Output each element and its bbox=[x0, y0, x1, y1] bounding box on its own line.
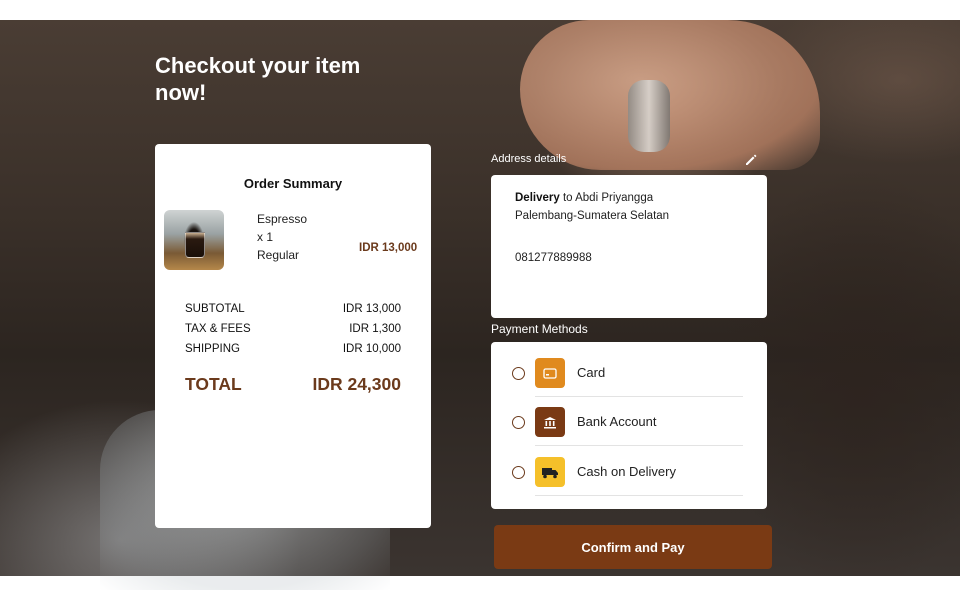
payment-option-label: Card bbox=[577, 365, 606, 380]
radio-bank[interactable] bbox=[512, 416, 525, 429]
radio-card[interactable] bbox=[512, 367, 525, 380]
fee-row-shipping: SHIPPING IDR 10,000 bbox=[185, 342, 401, 362]
payment-option-card[interactable]: Card bbox=[511, 349, 743, 397]
fee-row-tax: TAX & FEES IDR 1,300 bbox=[185, 322, 401, 342]
bank-icon bbox=[535, 407, 565, 437]
divider bbox=[535, 495, 743, 496]
delivery-phone: 081277889988 bbox=[515, 252, 592, 264]
pencil-icon[interactable] bbox=[744, 153, 758, 167]
product-name: Espresso bbox=[257, 212, 308, 226]
product-quantity: x 1 bbox=[257, 230, 274, 244]
product-variant: Regular bbox=[257, 248, 300, 262]
fee-label: TAX & FEES bbox=[185, 323, 251, 335]
product-price: IDR 13,000 bbox=[359, 242, 418, 254]
radio-cod[interactable] bbox=[512, 466, 525, 479]
product-image bbox=[164, 210, 224, 270]
payment-option-bank[interactable]: Bank Account bbox=[511, 398, 743, 446]
payment-methods-card: Card Bank Account Cash on Delivery bbox=[491, 342, 767, 509]
address-card: Delivery to Abdi Priyangga Palembang-Sum… bbox=[491, 175, 767, 318]
payment-methods-label: Payment Methods bbox=[491, 322, 588, 336]
payment-option-cod[interactable]: Cash on Delivery bbox=[511, 448, 743, 496]
delivery-word: Delivery bbox=[515, 192, 560, 204]
truck-icon bbox=[535, 457, 565, 487]
order-summary-card: Order Summary Espresso x 1 Regular IDR 1… bbox=[155, 144, 431, 528]
product-info: Espresso x 1 Regular bbox=[257, 210, 307, 264]
fee-list: SUBTOTAL IDR 13,000 TAX & FEES IDR 1,300… bbox=[185, 302, 401, 362]
fee-row-subtotal: SUBTOTAL IDR 13,000 bbox=[185, 302, 401, 322]
background-hand bbox=[520, 20, 820, 170]
delivery-region: Palembang-Sumatera Selatan bbox=[515, 210, 670, 222]
delivery-recipient: to Abdi Priyangga bbox=[562, 192, 654, 204]
background-ring bbox=[628, 80, 670, 152]
delivery-line: Delivery to Abdi Priyangga bbox=[515, 192, 653, 204]
address-details-label: Address details bbox=[491, 153, 567, 165]
top-bar bbox=[0, 0, 960, 20]
espresso-cup-icon bbox=[185, 232, 205, 258]
order-summary-title: Order Summary bbox=[243, 176, 343, 191]
fee-value: IDR 13,000 bbox=[342, 303, 401, 315]
total-label: TOTAL bbox=[185, 374, 242, 394]
divider bbox=[535, 396, 743, 397]
fee-value: IDR 10,000 bbox=[342, 343, 401, 355]
payment-option-label: Bank Account bbox=[577, 414, 657, 429]
confirm-and-pay-button[interactable]: Confirm and Pay bbox=[494, 525, 772, 569]
divider bbox=[535, 445, 743, 446]
payment-option-label: Cash on Delivery bbox=[577, 464, 676, 479]
total-row: TOTAL IDR 24,300 bbox=[185, 374, 401, 395]
page-headline: Checkout your item now! bbox=[155, 53, 361, 105]
fee-label: SUBTOTAL bbox=[185, 303, 245, 315]
total-value: IDR 24,300 bbox=[312, 374, 401, 394]
fee-label: SHIPPING bbox=[185, 343, 240, 355]
fee-value: IDR 1,300 bbox=[349, 323, 401, 335]
card-icon bbox=[535, 358, 565, 388]
